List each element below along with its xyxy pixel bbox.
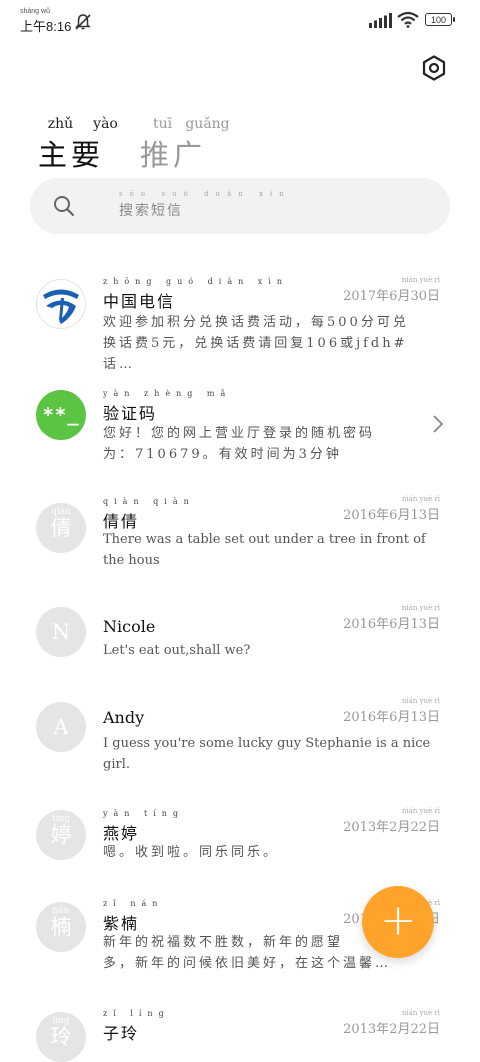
- status-bar: shàng wǔ 上午8:16 100: [0, 0, 480, 44]
- avatar: A: [36, 702, 86, 752]
- tab-main-label: 主要: [38, 138, 105, 172]
- message-sender: zǐ líng 子玲: [103, 1009, 170, 1043]
- sender-pinyin: qiàn qiàn: [103, 497, 195, 506]
- sender-pinyin: yàn tíng: [103, 809, 185, 818]
- tab-promotions-pinyin: tuī guǎng: [152, 116, 230, 132]
- message-sender: zǐ nán 紫楠: [103, 899, 164, 933]
- search-placeholder: sōu suǒ duǎn xìn 搜索短信: [119, 190, 291, 219]
- message-sender: zhōng guó diàn xìn 中国电信: [103, 277, 288, 311]
- message-preview: There was a table set out under a tree i…: [103, 532, 426, 568]
- avatar-pinyin: líng: [52, 1016, 70, 1026]
- plus-icon: +: [379, 895, 417, 946]
- avatar-pinyin: tíng: [51, 814, 71, 824]
- signal-icon: [369, 13, 392, 28]
- sender-pinyin: zǐ nán: [103, 899, 164, 908]
- avatar: N: [36, 607, 86, 657]
- tab-promotions[interactable]: tuī guǎng 推广: [140, 116, 230, 174]
- new-message-button[interactable]: +: [362, 886, 434, 958]
- date-pinyin: nián yuè rì: [401, 1009, 440, 1017]
- avatar: nán 楠: [36, 902, 86, 952]
- message-date: nián yuè rì 2016年6月13日: [343, 697, 440, 725]
- message-preview: I guess you're some lucky guy Stephanie …: [103, 736, 431, 772]
- message-preview: Let's eat out,shall we?: [103, 643, 251, 658]
- date-pinyin: nián yuè rì: [401, 604, 440, 612]
- avatar-pinyin: qiàn: [51, 507, 71, 517]
- notifications-muted-icon: [75, 14, 91, 30]
- message-preview: 嗯。收到啦。同乐同乐。: [103, 845, 280, 860]
- china-telecom-logo-icon: [43, 289, 79, 324]
- avatar: líng 玲: [36, 1012, 86, 1062]
- date-pinyin: nián yuè rì: [401, 807, 440, 815]
- tab-main-pinyin: zhǔ yào: [47, 116, 118, 132]
- avatar: tíng 婷: [36, 810, 86, 860]
- avatar: **_: [36, 390, 86, 440]
- sender-pinyin: yàn zhèng mǎ: [103, 389, 232, 398]
- avatar: qiàn 倩: [36, 503, 86, 553]
- date-pinyin: nián yuè rì: [401, 697, 440, 705]
- message-preview: 您好！您的网上营业厅登录的随机密码 为：710679。有效时间为3分钟: [103, 426, 376, 462]
- sender-pinyin: zǐ líng: [103, 1009, 170, 1018]
- search-placeholder-pinyin: sōu suǒ duǎn xìn: [119, 190, 291, 198]
- battery-icon: 100: [425, 13, 455, 26]
- tab-main[interactable]: zhǔ yào 主要: [38, 116, 118, 174]
- message-item-andy[interactable]: A Andy nián yuè rì 2016年6月13日 I guess yo…: [0, 697, 480, 802]
- date-pinyin: nián yuè rì: [401, 276, 440, 284]
- message-sender: Nicole: [103, 617, 156, 636]
- message-date: nián yuè rì 2016年6月13日: [343, 604, 440, 632]
- message-sender: Andy: [103, 708, 145, 727]
- message-date: nián yuè rì 2016年6月13日: [343, 495, 440, 523]
- message-item-qianqian[interactable]: qiàn 倩 qiàn qiàn 倩倩 nián yuè rì 2016年6月1…: [0, 495, 480, 598]
- message-item-nicole[interactable]: N Nicole nián yuè rì 2016年6月13日 Let's ea…: [0, 604, 480, 699]
- message-date: nián yuè rì 2013年2月22日: [343, 1009, 440, 1037]
- message-date: nián yuè rì 2017年6月30日: [343, 276, 440, 304]
- status-time: shàng wǔ 上午8:16: [20, 8, 72, 34]
- search-icon: [54, 196, 75, 217]
- tab-promotions-label: 推广: [140, 138, 207, 172]
- status-time-pinyin: shàng wǔ: [20, 8, 50, 15]
- message-preview: 欢迎参加积分兑换话费活动，每500分可兑 换话费5元，兑换话费请回复106或jf…: [103, 315, 409, 372]
- message-item-verification-code[interactable]: **_ yàn zhèng mǎ 验证码 您好！您的网上营业厅登录的随机密码 为…: [0, 370, 480, 480]
- message-date: nián yuè rì 2013年2月22日: [343, 807, 440, 835]
- message-sender: yàn tíng 燕婷: [103, 809, 185, 843]
- message-item-ziling[interactable]: líng 玲 zǐ líng 子玲 nián yuè rì 2013年2月22日: [0, 1009, 480, 1062]
- chevron-right-icon[interactable]: [432, 414, 444, 434]
- message-sender: yàn zhèng mǎ 验证码: [103, 389, 232, 423]
- date-pinyin: nián yuè rì: [401, 495, 440, 503]
- avatar: [36, 279, 86, 329]
- sender-pinyin: zhōng guó diàn xìn: [103, 277, 288, 286]
- search-bar[interactable]: sōu suǒ duǎn xìn 搜索短信: [30, 178, 450, 234]
- message-item-china-telecom[interactable]: zhōng guó diàn xìn 中国电信 nián yuè rì 2017…: [0, 262, 480, 372]
- settings-hexagon-icon[interactable]: [420, 54, 448, 82]
- wifi-icon: [397, 11, 419, 28]
- avatar-pinyin: nán: [52, 906, 70, 916]
